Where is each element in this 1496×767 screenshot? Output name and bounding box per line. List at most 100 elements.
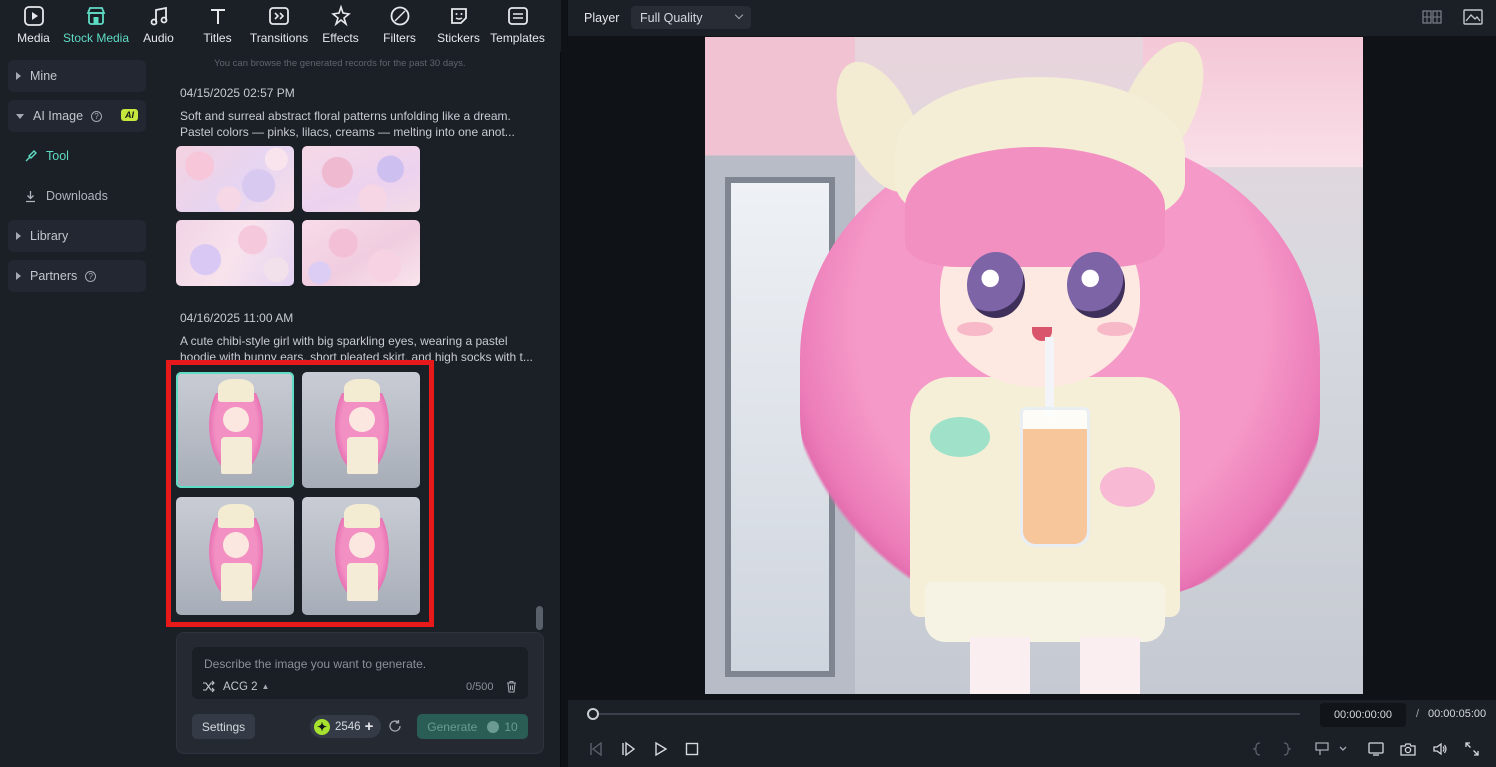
generated-image-thumbnail[interactable] <box>176 372 294 488</box>
fullscreen-icon[interactable] <box>1464 741 1480 757</box>
record-prompt: A cute chibi-style girl with big sparkli… <box>180 334 533 364</box>
tab-filters[interactable]: Filters <box>370 0 429 52</box>
generated-image-thumbnail[interactable] <box>302 220 420 286</box>
tab-stickers-label: Stickers <box>437 31 480 45</box>
camera-icon[interactable] <box>1400 741 1416 757</box>
stock-media-icon <box>86 7 106 25</box>
mark-in-icon[interactable] <box>1250 741 1266 757</box>
timeline-scrubber[interactable] <box>592 713 1300 715</box>
grid-view-icon[interactable] <box>1422 9 1442 25</box>
marker-icon[interactable] <box>1314 741 1330 757</box>
media-panel: Media Stock Media Audio Titles Transitio… <box>0 0 561 767</box>
sidebar: Mine AI Image ? AI Tool Downloads Librar… <box>0 52 160 767</box>
caret-right-icon <box>16 272 21 280</box>
tab-stock-media[interactable]: Stock Media <box>63 0 129 52</box>
records-scrollbar[interactable] <box>536 606 543 630</box>
credits-button[interactable]: ✦ 2546 + <box>310 715 381 738</box>
templates-icon <box>507 7 528 25</box>
generated-image-thumbnail[interactable] <box>302 146 420 212</box>
player-title: Player <box>584 11 620 25</box>
plus-icon: + <box>364 718 374 735</box>
quality-value: Full Quality <box>640 10 703 25</box>
sidebar-item-tool[interactable]: Tool <box>8 140 160 172</box>
tab-titles-label: Titles <box>203 31 232 45</box>
trash-icon[interactable] <box>505 680 518 693</box>
sidebar-item-ai-image[interactable]: AI Image ? AI <box>8 100 146 132</box>
generate-panel: Describe the image you want to generate.… <box>176 632 544 754</box>
time-separator: / <box>1416 708 1420 720</box>
caret-down-icon <box>16 113 24 119</box>
help-icon[interactable]: ? <box>91 110 103 122</box>
tab-filters-label: Filters <box>383 31 416 45</box>
image-icon[interactable] <box>1463 9 1483 25</box>
player-panel: Player Full Quality 00:00:00:00 / 00:00:… <box>568 0 1496 767</box>
preview-viewer <box>568 36 1496 700</box>
playhead-knob[interactable] <box>587 708 599 720</box>
display-icon[interactable] <box>1368 741 1384 757</box>
tab-titles[interactable]: Titles <box>188 0 247 52</box>
chevron-down-icon <box>734 10 744 20</box>
app-window: Media Stock Media Audio Titles Transitio… <box>0 0 1496 767</box>
generate-label: Generate <box>427 719 478 734</box>
tab-templates[interactable]: Templates <box>488 0 547 52</box>
effects-icon <box>330 5 351 27</box>
titles-icon <box>210 9 225 24</box>
mark-out-icon[interactable] <box>1278 741 1294 757</box>
player-header: Player Full Quality <box>568 0 1496 36</box>
sidebar-item-mine[interactable]: Mine <box>8 60 146 92</box>
preview-image[interactable] <box>705 37 1363 694</box>
credits-count: 2546 <box>335 720 361 733</box>
brush-icon <box>25 149 37 161</box>
quality-dropdown[interactable]: Full Quality <box>631 6 751 29</box>
tab-audio[interactable]: Audio <box>129 0 188 52</box>
generated-image-thumbnail[interactable] <box>302 497 420 615</box>
help-icon[interactable]: ? <box>85 270 97 282</box>
next-frame-icon[interactable] <box>620 741 636 757</box>
current-time: 00:00:00:00 <box>1320 703 1406 727</box>
generated-image-thumbnail[interactable] <box>302 372 420 488</box>
total-time: 00:00:05:00 <box>1428 708 1487 720</box>
refresh-icon[interactable] <box>388 719 402 733</box>
generated-image-thumbnail[interactable] <box>176 146 294 212</box>
prompt-placeholder: Describe the image you want to generate. <box>204 657 427 671</box>
model-selector[interactable]: ACG 2 ▲ <box>202 680 269 693</box>
generate-button[interactable]: Generate 10 <box>417 714 528 739</box>
record-date: 04/16/2025 11:00 AM <box>180 311 294 325</box>
caret-right-icon <box>16 232 21 240</box>
tab-transitions-label: Transitions <box>249 31 309 45</box>
playback-controls: 00:00:00:00 / 00:00:05:00 <box>568 700 1496 767</box>
volume-icon[interactable] <box>1432 741 1448 757</box>
generated-image-thumbnail[interactable] <box>176 220 294 286</box>
stickers-icon <box>450 8 467 24</box>
record-date: 04/15/2025 02:57 PM <box>180 86 295 100</box>
character-count: 0/500 <box>466 681 494 693</box>
ai-badge: AI <box>121 109 138 121</box>
sidebar-item-downloads[interactable]: Downloads <box>8 180 160 212</box>
chevron-down-icon[interactable] <box>1338 741 1348 757</box>
tab-stock-media-label: Stock Media <box>62 31 130 45</box>
stop-icon[interactable] <box>684 741 700 757</box>
generated-image-thumbnail[interactable] <box>176 497 294 615</box>
prompt-input[interactable]: Describe the image you want to generate.… <box>192 647 528 699</box>
sidebar-item-library[interactable]: Library <box>8 220 146 252</box>
settings-button[interactable]: Settings <box>192 714 255 739</box>
media-icon <box>23 6 44 26</box>
tab-stickers[interactable]: Stickers <box>429 0 488 52</box>
model-label: ACG 2 <box>223 680 258 693</box>
previous-frame-icon[interactable] <box>588 741 604 757</box>
tab-effects-label: Effects <box>322 31 359 45</box>
sidebar-item-label: Downloads <box>46 189 108 203</box>
sidebar-item-label: AI Image <box>33 109 84 123</box>
record-prompt: Soft and surreal abstract floral pattern… <box>180 109 515 139</box>
tab-effects[interactable]: Effects <box>311 0 370 52</box>
transitions-icon <box>269 7 289 25</box>
filters-icon <box>390 6 409 26</box>
play-icon[interactable] <box>652 741 668 757</box>
sidebar-item-partners[interactable]: Partners ? <box>8 260 146 292</box>
tab-transitions[interactable]: Transitions <box>247 0 311 52</box>
audio-icon <box>150 6 167 26</box>
tab-templates-label: Templates <box>490 31 545 45</box>
records-note: You can browse the generated records for… <box>214 58 466 69</box>
caret-right-icon <box>16 72 21 80</box>
tab-media[interactable]: Media <box>4 0 63 52</box>
